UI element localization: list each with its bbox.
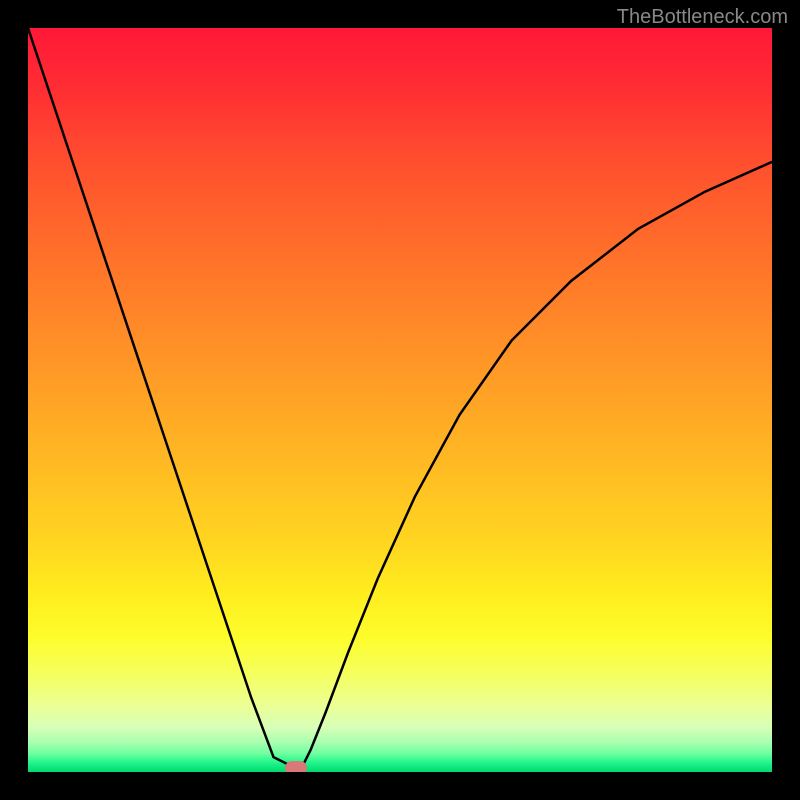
watermark-text: TheBottleneck.com [617, 6, 788, 29]
curve-svg [28, 28, 772, 772]
chart-area [28, 28, 772, 772]
optimal-point-marker [285, 761, 307, 772]
bottleneck-curve [28, 28, 772, 768]
